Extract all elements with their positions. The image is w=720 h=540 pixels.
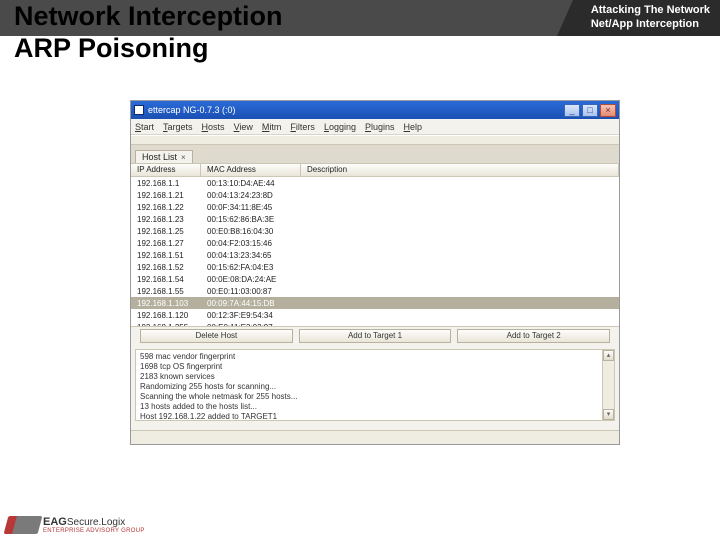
close-button[interactable]: × xyxy=(600,104,616,117)
menu-plugins[interactable]: Plugins xyxy=(365,122,395,132)
title-line2: ARP Poisoning xyxy=(14,32,283,64)
col-ip[interactable]: IP Address xyxy=(131,164,201,176)
col-desc[interactable]: Description xyxy=(301,164,619,176)
cell-ip: 192.168.1.103 xyxy=(131,299,201,308)
table-row[interactable]: 192.168.1.5200:15:62:FA:04:E3 xyxy=(131,261,619,273)
scroll-down-icon[interactable]: ▾ xyxy=(603,409,614,420)
menu-mitm[interactable]: Mitm xyxy=(262,122,282,132)
cell-mac: 00:13:10:D4:AE:44 xyxy=(201,179,301,188)
cell-ip: 192.168.1.1 xyxy=(131,179,201,188)
menu-help[interactable]: Help xyxy=(404,122,423,132)
minimize-button[interactable]: _ xyxy=(564,104,580,117)
table-row[interactable]: 192.168.1.2500:E0:B8:16:04:30 xyxy=(131,225,619,237)
table-row[interactable]: 192.168.1.100:13:10:D4:AE:44 xyxy=(131,177,619,189)
footer-logo: EAGSecure.Logix ENTERPRISE ADVISORY GROU… xyxy=(6,516,145,534)
section-line1: Attacking The Network xyxy=(591,3,710,17)
maximize-button[interactable]: □ xyxy=(582,104,598,117)
cell-ip: 192.168.1.27 xyxy=(131,239,201,248)
cell-mac: 00:E0:11:03:00:87 xyxy=(201,287,301,296)
logo-mark-icon xyxy=(4,516,43,534)
cell-mac: 00:12:3F:E9:54:34 xyxy=(201,311,301,320)
table-row[interactable]: 192.168.1.2200:0F:34:11:8E:45 xyxy=(131,201,619,213)
app-window: ettercap NG-0.7.3 (:0) _ □ × Start Targe… xyxy=(130,100,620,445)
tab-host-list[interactable]: Host List × xyxy=(135,150,193,163)
cell-ip: 192.168.1.54 xyxy=(131,275,201,284)
cell-mac: 00:E0:B8:16:04:30 xyxy=(201,227,301,236)
table-row[interactable]: 192.168.1.12000:12:3F:E9:54:34 xyxy=(131,309,619,321)
title-line1: Network Interception xyxy=(14,0,283,32)
log-line: 13 hosts added to the hosts list... xyxy=(140,402,610,412)
cell-mac: 00:04:13:24:23:8D xyxy=(201,191,301,200)
menu-logging[interactable]: Logging xyxy=(324,122,356,132)
menu-start[interactable]: Start xyxy=(135,122,154,132)
table-row[interactable]: 192.168.1.2700:04:F2:03:15:46 xyxy=(131,237,619,249)
table-row[interactable]: 192.168.1.5100:04:13:23:34:65 xyxy=(131,249,619,261)
window-title-text: ettercap NG-0.7.3 (:0) xyxy=(148,105,236,115)
menu-hosts[interactable]: Hosts xyxy=(202,122,225,132)
window-titlebar[interactable]: ettercap NG-0.7.3 (:0) _ □ × xyxy=(131,101,619,119)
cell-ip: 192.168.1.55 xyxy=(131,287,201,296)
log-line: 2183 known services xyxy=(140,372,610,382)
cell-mac: 00:04:13:23:34:65 xyxy=(201,251,301,260)
scroll-up-icon[interactable]: ▴ xyxy=(603,350,614,361)
brand-rest: Secure.Logix xyxy=(67,517,125,528)
menu-targets[interactable]: Targets xyxy=(163,122,193,132)
log-line: Randomizing 255 hosts for scanning... xyxy=(140,382,610,392)
host-list-body[interactable]: 192.168.1.100:13:10:D4:AE:44192.168.1.21… xyxy=(131,177,619,327)
cell-ip: 192.168.1.51 xyxy=(131,251,201,260)
log-scrollbar[interactable]: ▴ ▾ xyxy=(602,350,614,420)
slide-title: Network Interception ARP Poisoning xyxy=(14,0,283,64)
brand-bold: EAG xyxy=(43,516,67,528)
add-target2-button[interactable]: Add to Target 2 xyxy=(457,329,610,343)
add-target1-button[interactable]: Add to Target 1 xyxy=(299,329,452,343)
cell-ip: 192.168.1.120 xyxy=(131,311,201,320)
delete-host-button[interactable]: Delete Host xyxy=(140,329,293,343)
log-line: 598 mac vendor fingerprint xyxy=(140,352,610,362)
section-line2: Net/App Interception xyxy=(591,17,710,31)
tab-row: Host List × xyxy=(131,145,619,163)
log-line: Scanning the whole netmask for 255 hosts… xyxy=(140,392,610,402)
cell-mac: 00:15:62:FA:04:E3 xyxy=(201,263,301,272)
cell-ip: 192.168.1.25 xyxy=(131,227,201,236)
menu-bar[interactable]: Start Targets Hosts View Mitm Filters Lo… xyxy=(131,119,619,135)
cell-mac: 00:09:7A:44:15:DB xyxy=(201,299,301,308)
cell-mac: 00:04:F2:03:15:46 xyxy=(201,239,301,248)
app-icon xyxy=(134,105,144,115)
cell-ip: 192.168.1.23 xyxy=(131,215,201,224)
table-row[interactable]: 192.168.1.2300:15:62:86:BA:3E xyxy=(131,213,619,225)
cell-mac: 00:0E:08:DA:24:AE xyxy=(201,275,301,284)
log-line: 1698 tcp OS fingerprint xyxy=(140,362,610,372)
menu-view[interactable]: View xyxy=(234,122,253,132)
section-tab: Attacking The Network Net/App Intercepti… xyxy=(573,0,720,36)
toolbar-strip xyxy=(131,135,619,145)
cell-mac: 00:0F:34:11:8E:45 xyxy=(201,203,301,212)
col-mac[interactable]: MAC Address xyxy=(201,164,301,176)
tab-close-icon[interactable]: × xyxy=(181,153,186,162)
brand-tagline: ENTERPRISE ADVISORY GROUP xyxy=(43,528,145,534)
cell-ip: 192.168.1.22 xyxy=(131,203,201,212)
table-row[interactable]: 192.168.1.10300:09:7A:44:15:DB xyxy=(131,297,619,309)
table-row[interactable]: 192.168.1.5400:0E:08:DA:24:AE xyxy=(131,273,619,285)
host-list-header: IP Address MAC Address Description xyxy=(131,163,619,177)
status-bar xyxy=(131,430,619,444)
logo-text: EAGSecure.Logix ENTERPRISE ADVISORY GROU… xyxy=(43,516,145,534)
menu-filters[interactable]: Filters xyxy=(290,122,315,132)
cell-mac: 00:15:62:86:BA:3E xyxy=(201,215,301,224)
cell-ip: 192.168.1.21 xyxy=(131,191,201,200)
tab-label: Host List xyxy=(142,152,177,162)
log-line: Host 192.168.1.22 added to TARGET1 xyxy=(140,412,610,421)
log-panel[interactable]: 598 mac vendor fingerprint1698 tcp OS fi… xyxy=(135,349,615,421)
table-row[interactable]: 192.168.1.5500:E0:11:03:00:87 xyxy=(131,285,619,297)
button-row: Delete Host Add to Target 1 Add to Targe… xyxy=(131,327,619,345)
cell-ip: 192.168.1.52 xyxy=(131,263,201,272)
table-row[interactable]: 192.168.1.2100:04:13:24:23:8D xyxy=(131,189,619,201)
